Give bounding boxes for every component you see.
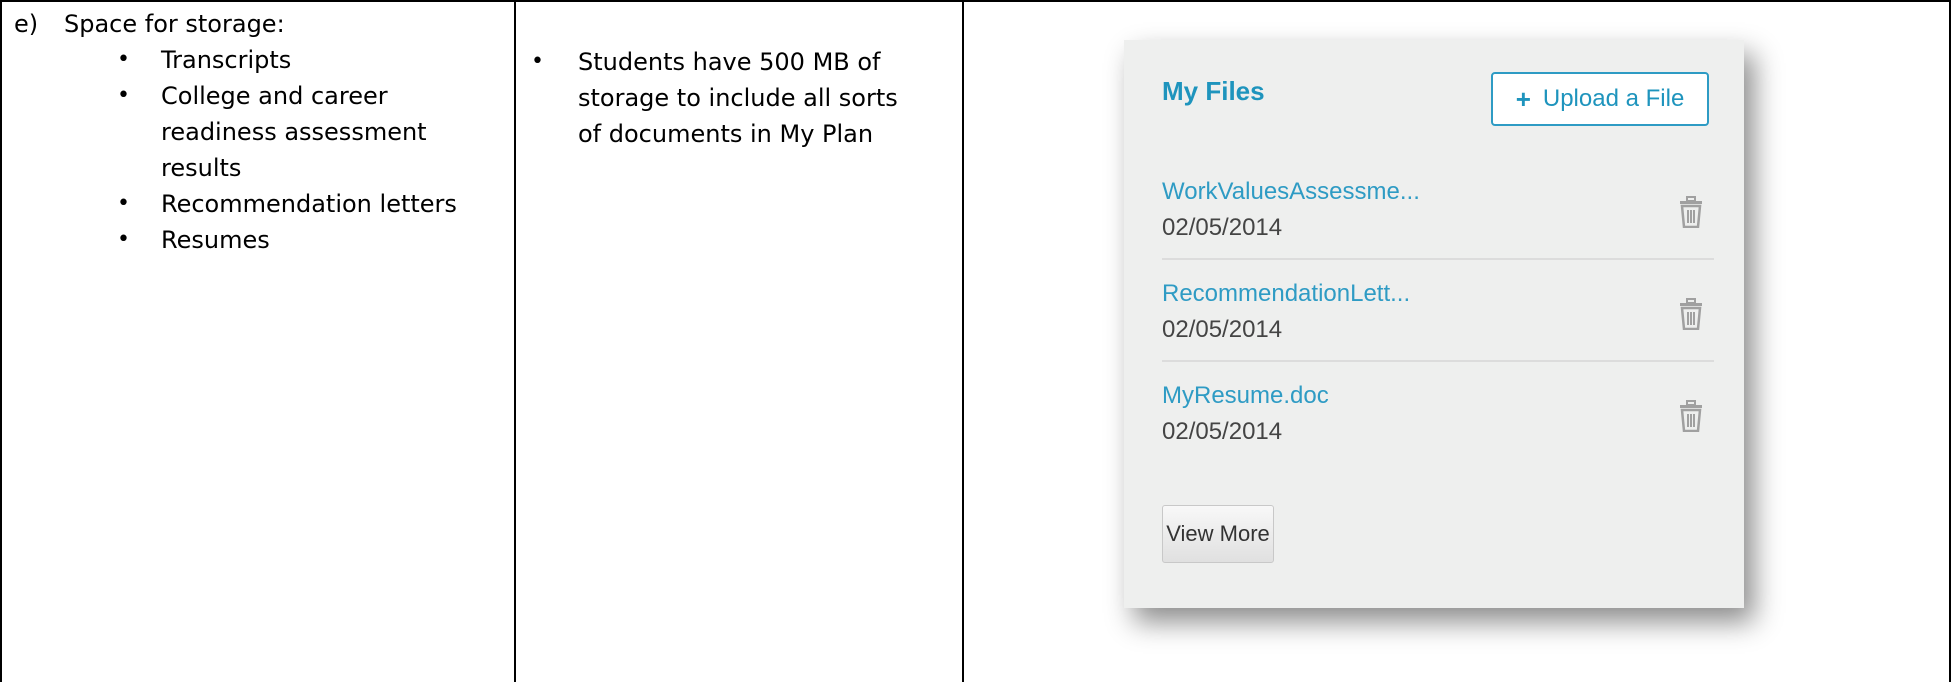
table-top-border	[0, 0, 1951, 2]
column-divider-2	[962, 0, 964, 682]
trash-icon[interactable]	[1678, 400, 1704, 432]
widget-title: My Files	[1162, 76, 1265, 106]
upload-label: Upload a File	[1542, 85, 1685, 112]
column-divider-1	[514, 0, 516, 682]
bullet-icon: •	[117, 83, 130, 108]
row-divider	[1162, 258, 1714, 260]
plus-icon: +	[1515, 83, 1531, 114]
file-link[interactable]: MyResume.doc	[1162, 382, 1329, 410]
list-item: • Transcripts	[14, 42, 461, 78]
my-files-widget: My Files + Upload a File WorkValuesAsses…	[1124, 40, 1744, 608]
list-item: • Resumes	[14, 222, 461, 258]
table-left-border	[0, 0, 2, 682]
item-marker: e)	[14, 10, 39, 38]
file-link[interactable]: RecommendationLett...	[1162, 280, 1410, 308]
file-row: RecommendationLett... 02/05/2014	[1162, 280, 1714, 362]
requirement-cell: e) Space for storage: • Transcripts • Coll…	[14, 6, 514, 258]
bullet-icon: •	[117, 227, 130, 252]
document-table: e) Space for storage: • Transcripts • Coll…	[0, 0, 1951, 682]
file-date: 02/05/2014	[1162, 214, 1283, 241]
bullet-icon: •	[117, 191, 130, 216]
file-row: MyResume.doc 02/05/2014	[1162, 382, 1714, 464]
bullet-icon: •	[117, 47, 130, 72]
description-cell: • Students have 500 MB of storage to incl…	[528, 44, 948, 152]
file-link[interactable]: WorkValuesAssessme...	[1162, 178, 1420, 206]
file-row: WorkValuesAssessme... 02/05/2014	[1162, 178, 1714, 260]
trash-icon[interactable]	[1678, 196, 1704, 228]
file-date: 02/05/2014	[1162, 418, 1283, 445]
storage-bullet-list: • Transcripts • College and career readine…	[14, 42, 514, 258]
view-more-button[interactable]: View More	[1162, 505, 1274, 563]
list-item: • Students have 500 MB of storage to incl…	[528, 44, 898, 152]
trash-icon[interactable]	[1678, 298, 1704, 330]
file-date: 02/05/2014	[1162, 316, 1283, 343]
description-list: • Students have 500 MB of storage to incl…	[528, 44, 948, 152]
list-item: • Recommendation letters	[14, 186, 461, 222]
heading-text: Space for storage:	[64, 10, 285, 38]
list-item: • College and career readiness assessment…	[14, 78, 461, 186]
upload-file-button[interactable]: + Upload a File	[1491, 72, 1709, 126]
row-divider	[1162, 360, 1714, 362]
requirement-heading: e) Space for storage:	[14, 6, 514, 42]
bullet-icon: •	[531, 49, 544, 74]
